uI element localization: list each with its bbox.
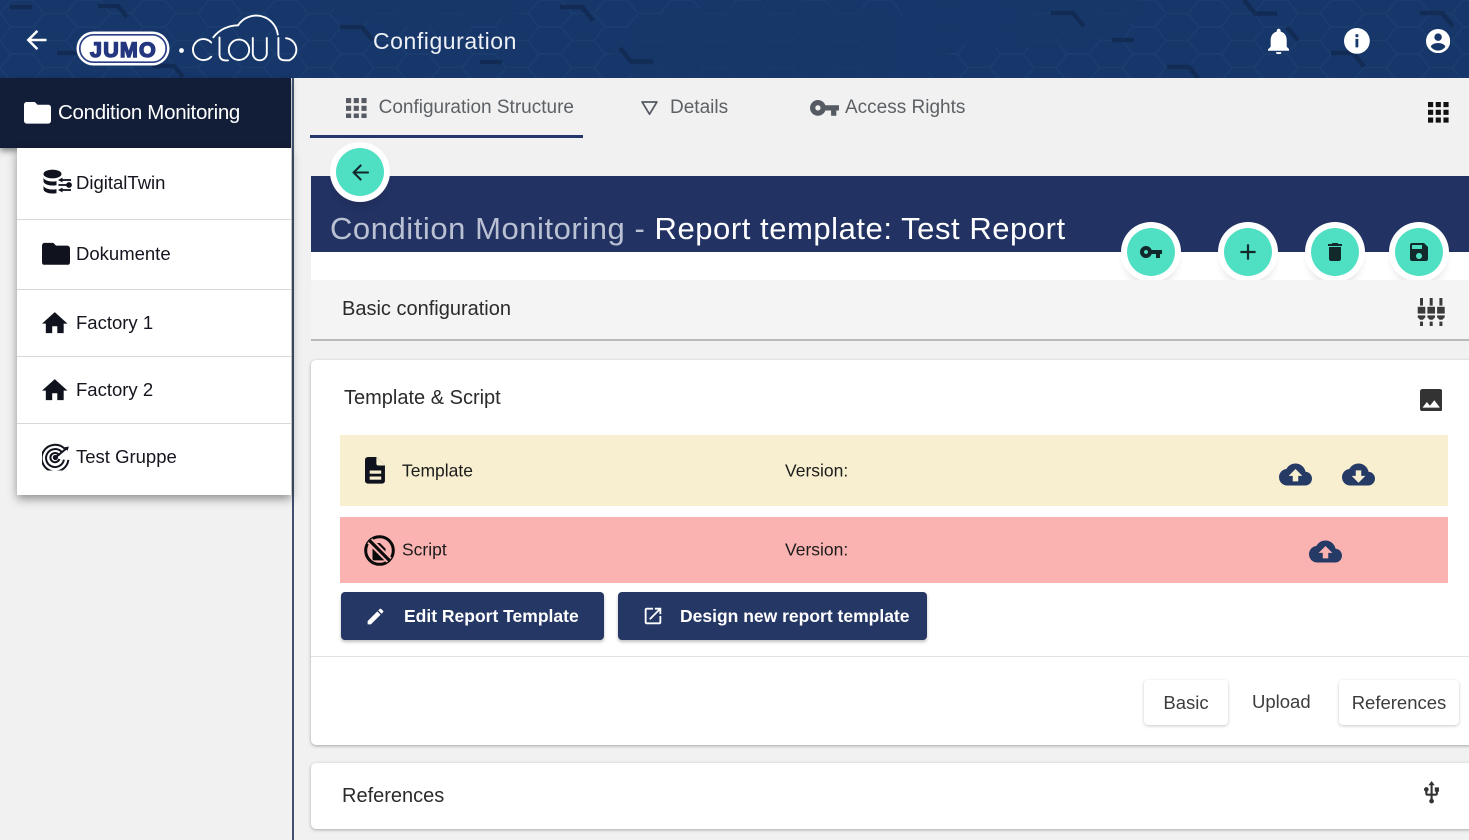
svg-text:JUMO: JUMO xyxy=(90,38,157,62)
